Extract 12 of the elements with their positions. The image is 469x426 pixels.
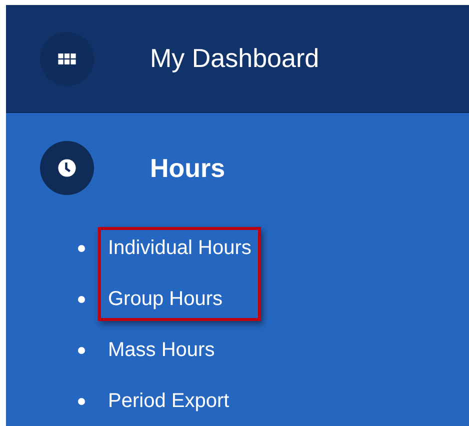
bullet-icon [78, 398, 85, 405]
bullet-icon [78, 296, 85, 303]
submenu-link[interactable]: Period Export [108, 390, 230, 413]
menu-label: My Dashboard [150, 43, 320, 74]
submenu-link[interactable]: Mass Hours [108, 339, 215, 362]
submenu-link[interactable]: Individual Hours [108, 237, 252, 260]
menu-label: Hours [150, 152, 226, 184]
menu-item[interactable]: Hours [6, 113, 469, 223]
bullet-icon [78, 347, 85, 354]
submenu-link[interactable]: Group Hours [108, 288, 222, 311]
bullet-icon [78, 245, 85, 252]
clock-icon [56, 157, 78, 179]
